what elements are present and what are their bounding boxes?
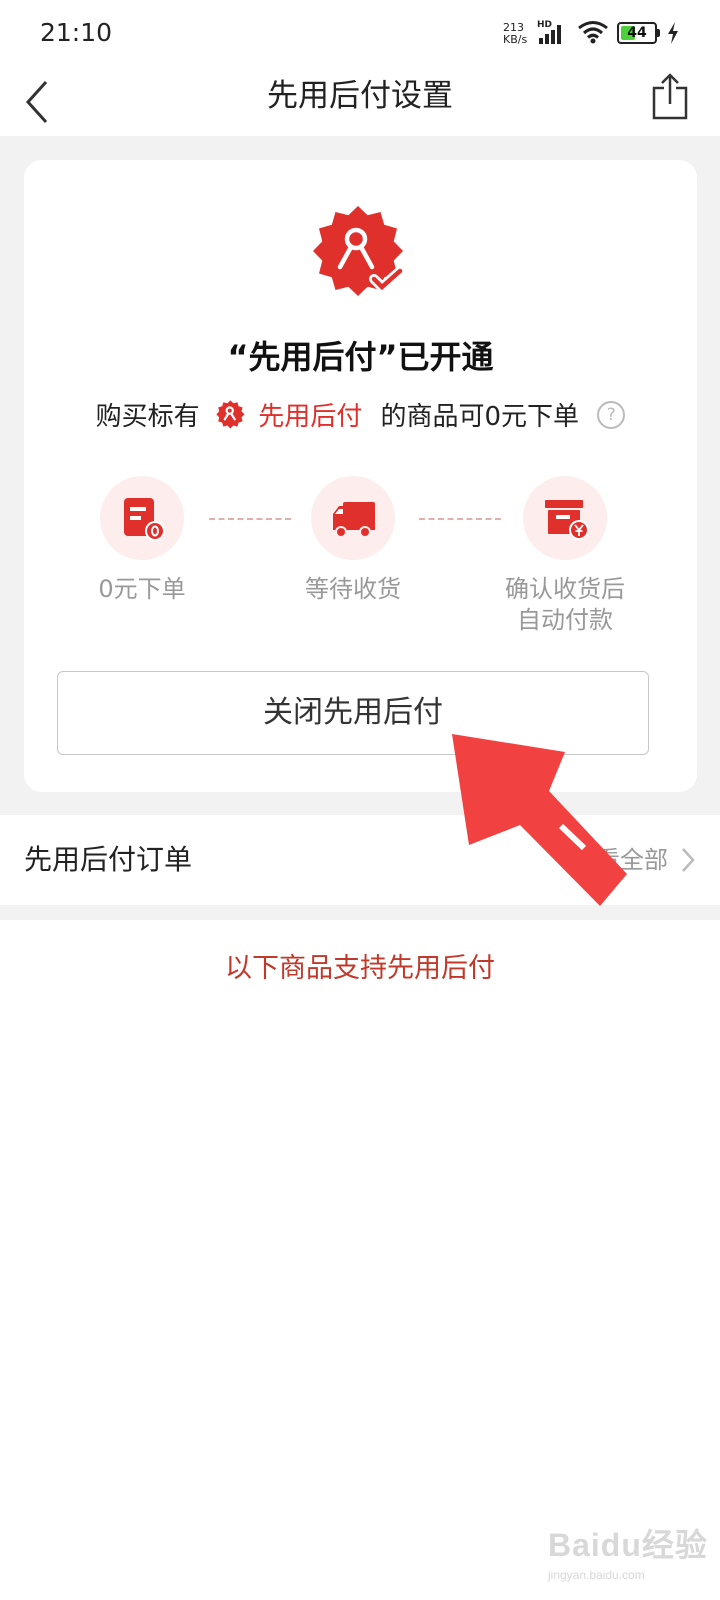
share-icon (652, 73, 688, 120)
step-label: 确认收货后 自动付款 (505, 575, 625, 634)
order-document-icon (124, 498, 165, 541)
delivery-truck-icon (333, 502, 375, 538)
step-zero-order: 0元下单 (42, 476, 242, 605)
status-title: “先用后付”已开通 (227, 338, 494, 376)
supported-products-section: 以下商品支持先用后付 (0, 920, 720, 1600)
chevron-right-icon (682, 848, 695, 872)
share-button[interactable] (650, 72, 700, 128)
battery-level: 44 (627, 25, 647, 41)
pay-later-mini-badge-icon (216, 399, 245, 428)
pay-later-orders-row[interactable]: 先用后付订单 查看全部 (0, 815, 720, 905)
chevron-left-icon (25, 80, 48, 124)
back-button[interactable] (20, 74, 70, 130)
payment-box-icon (545, 500, 589, 540)
help-icon[interactable]: ? (597, 400, 626, 429)
battery-icon: 44 (617, 22, 660, 44)
network-speed: 213 KB/s (503, 22, 527, 46)
subtitle-prefix: 购买标有 (95, 402, 200, 432)
subtitle-suffix: 的商品可0元下单 (380, 402, 580, 432)
navigation-bar: 先用后付设置 (0, 66, 720, 136)
section-heading: 以下商品支持先用后付 (225, 953, 495, 984)
baidu-watermark: Baidu经验 jingyan.baidu.com (548, 1520, 708, 1590)
step-auto-payment: 确认收货后 自动付款 (465, 476, 665, 636)
orders-label: 先用后付订单 (24, 843, 193, 876)
step-label: 等待收货 (305, 575, 401, 603)
step-icon-circle (311, 476, 395, 560)
step-icon-circle (523, 476, 607, 560)
watermark-brand: Baidu经验 (548, 1527, 708, 1563)
pay-later-badge-icon (313, 206, 405, 296)
charging-bolt-icon (668, 22, 678, 44)
cellular-signal-icon (539, 25, 561, 44)
enabled-status-card: “先用后付”已开通 购买标有 先用后付 的商品可0元下单 ? 0元下单 等待收货… (24, 160, 697, 792)
wifi-icon (578, 21, 608, 44)
step-label: 0元下单 (98, 575, 186, 603)
page-title: 先用后付设置 (267, 78, 453, 114)
status-subtitle: 购买标有 先用后付 的商品可0元下单 ? (24, 396, 697, 433)
network-speed-unit: KB/s (503, 33, 528, 46)
status-bar: 21:10 213 KB/s HD 44 (0, 0, 720, 66)
subtitle-highlight: 先用后付 (258, 402, 363, 432)
step-await-delivery: 等待收货 (253, 476, 453, 605)
step-icon-circle (100, 476, 184, 560)
close-pay-later-button[interactable]: 关闭先用后付 (57, 671, 649, 755)
view-all-link[interactable]: 查看全部 (572, 815, 668, 905)
status-time: 21:10 (40, 18, 113, 47)
watermark-url: jingyan.baidu.com (548, 1568, 645, 1582)
